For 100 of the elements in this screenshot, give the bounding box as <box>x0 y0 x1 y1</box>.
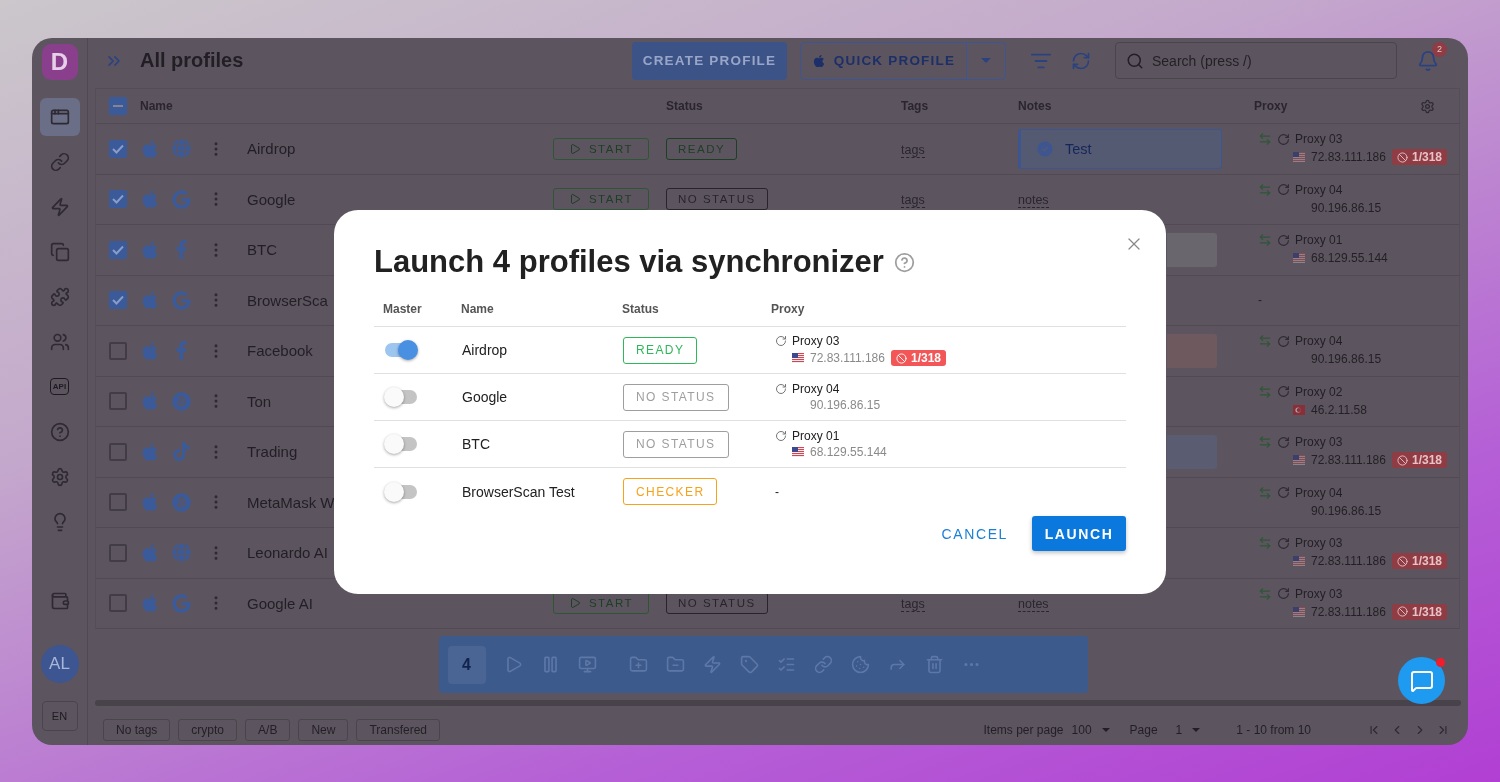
folder-remove-icon[interactable] <box>665 655 685 675</box>
swap-arrows-icon[interactable] <box>1258 384 1272 399</box>
row-checkbox[interactable] <box>109 240 127 259</box>
profile-name[interactable]: Trading <box>233 443 298 461</box>
row-checkbox[interactable] <box>109 594 127 613</box>
tag-filter-chip[interactable]: No tags <box>103 718 171 741</box>
profile-name[interactable]: MetaMask W <box>233 493 335 511</box>
profile-name[interactable]: Airdrop <box>233 140 296 158</box>
delete-icon[interactable] <box>924 655 944 675</box>
proxy-name: Proxy 03 <box>792 334 840 348</box>
row-checkbox[interactable] <box>109 392 127 411</box>
row-checkbox[interactable] <box>109 543 127 562</box>
items-per-page-select[interactable]: 100 <box>1071 722 1092 737</box>
status-chip: READY <box>623 336 698 364</box>
apple-icon <box>140 138 160 159</box>
swap-arrows-icon[interactable] <box>1258 485 1272 500</box>
apple-icon <box>140 441 160 462</box>
refresh-icon[interactable] <box>775 429 787 442</box>
row-checkbox[interactable] <box>109 442 127 461</box>
row-checkbox[interactable] <box>109 493 127 512</box>
swap-arrows-icon[interactable] <box>1258 586 1272 601</box>
profile-name[interactable]: BTC <box>233 241 277 259</box>
start-button[interactable]: START <box>553 188 649 211</box>
items-per-page-label: Items per page <box>983 722 1064 737</box>
swap-arrows-icon[interactable] <box>1258 334 1272 349</box>
swap-arrows-icon[interactable] <box>1258 182 1272 197</box>
refresh-icon[interactable] <box>1277 385 1290 399</box>
link-icon[interactable] <box>813 655 833 675</box>
refresh-icon[interactable] <box>1277 435 1290 449</box>
lightning-icon[interactable] <box>702 655 722 675</box>
search-field[interactable]: Search (press /) <box>1115 42 1397 80</box>
create-profile-button[interactable]: CREATE PROFILE <box>632 41 787 80</box>
screen-play-icon[interactable] <box>577 655 597 675</box>
page-select[interactable]: 1 <box>1175 722 1183 737</box>
scrollbar[interactable] <box>95 700 1461 707</box>
refresh-icon[interactable] <box>1277 132 1290 146</box>
blocked-icon <box>1396 606 1408 618</box>
launch-button[interactable]: LAUNCH <box>1032 516 1126 551</box>
proxy-name: Proxy 03 <box>1295 132 1343 147</box>
status-chip[interactable]: READY <box>666 137 738 160</box>
swap-arrows-icon[interactable] <box>1258 536 1272 551</box>
profile-name[interactable]: Facebook <box>233 342 313 360</box>
browser-window-icon[interactable] <box>39 97 80 136</box>
user-avatar[interactable]: AL <box>40 645 79 683</box>
profile-name[interactable]: BrowserSca <box>233 291 328 309</box>
tag-icon[interactable] <box>739 655 759 675</box>
refresh-icon[interactable] <box>1277 536 1290 550</box>
refresh-icon[interactable] <box>775 382 787 395</box>
master-toggle[interactable] <box>385 484 417 499</box>
profile-name[interactable]: Google AI <box>233 594 313 612</box>
tag-filter-chip[interactable]: Transfered <box>356 718 440 741</box>
cancel-button[interactable]: CANCEL <box>941 517 1008 550</box>
empty-proxy: - <box>775 484 780 499</box>
caret-icon[interactable] <box>1101 727 1110 732</box>
tag-filter-chip[interactable]: New <box>298 718 349 741</box>
app-logo[interactable]: D <box>41 44 78 80</box>
note-chip[interactable] <box>1167 434 1217 469</box>
language-button[interactable]: EN <box>41 701 78 731</box>
profile-name[interactable]: Ton <box>233 392 272 410</box>
proxy-ip: 90.196.86.15 <box>1311 200 1382 215</box>
help-icon[interactable] <box>893 251 915 273</box>
row-checkbox[interactable] <box>109 139 127 158</box>
blocked-badge: 1/318 <box>890 350 946 366</box>
master-toggle[interactable] <box>385 437 417 451</box>
profile-name: BrowserScan Test <box>461 483 576 500</box>
settings-icon[interactable] <box>1420 98 1435 114</box>
cookie-icon[interactable] <box>850 655 870 675</box>
refresh-icon[interactable] <box>1277 587 1290 601</box>
folder-add-icon[interactable] <box>628 655 648 675</box>
refresh-icon[interactable] <box>775 335 787 347</box>
tag-filter-chip[interactable]: A/B <box>245 718 291 741</box>
blocked-icon <box>1396 555 1408 567</box>
checkmark-icon <box>112 244 124 255</box>
profile-name[interactable]: Leonardo AI <box>233 544 328 562</box>
swap-arrows-icon[interactable] <box>1258 132 1272 147</box>
row-checkbox[interactable] <box>109 291 127 310</box>
refresh-icon[interactable] <box>1277 233 1290 247</box>
apple-icon <box>140 239 160 260</box>
swap-arrows-icon[interactable] <box>1258 233 1272 248</box>
caret-icon[interactable] <box>1192 727 1201 732</box>
note-chip[interactable] <box>1167 333 1217 368</box>
tag-filter-chip[interactable]: crypto <box>178 718 238 741</box>
row-checkbox[interactable] <box>109 341 127 360</box>
profile-name[interactable]: Google <box>233 190 296 208</box>
master-toggle[interactable] <box>385 390 417 404</box>
select-all-checkbox[interactable] <box>109 97 127 116</box>
notifications-icon[interactable] <box>1417 49 1439 72</box>
master-toggle[interactable] <box>385 343 417 357</box>
start-button[interactable]: START <box>553 137 649 160</box>
refresh-icon[interactable] <box>1277 334 1290 348</box>
proxy-ip: 72.83.111.186 <box>810 351 885 365</box>
note-chip[interactable] <box>1167 232 1217 267</box>
row-checkbox[interactable] <box>109 190 127 209</box>
selected-count: 4 <box>447 645 486 684</box>
proxy-ip: 72.83.111.186 <box>1311 150 1386 165</box>
refresh-icon[interactable] <box>1277 183 1290 197</box>
refresh-icon[interactable] <box>1277 486 1290 500</box>
blocked-icon <box>1396 151 1408 163</box>
swap-arrows-icon[interactable] <box>1258 435 1272 450</box>
note-chip[interactable]: Test <box>1018 128 1222 169</box>
